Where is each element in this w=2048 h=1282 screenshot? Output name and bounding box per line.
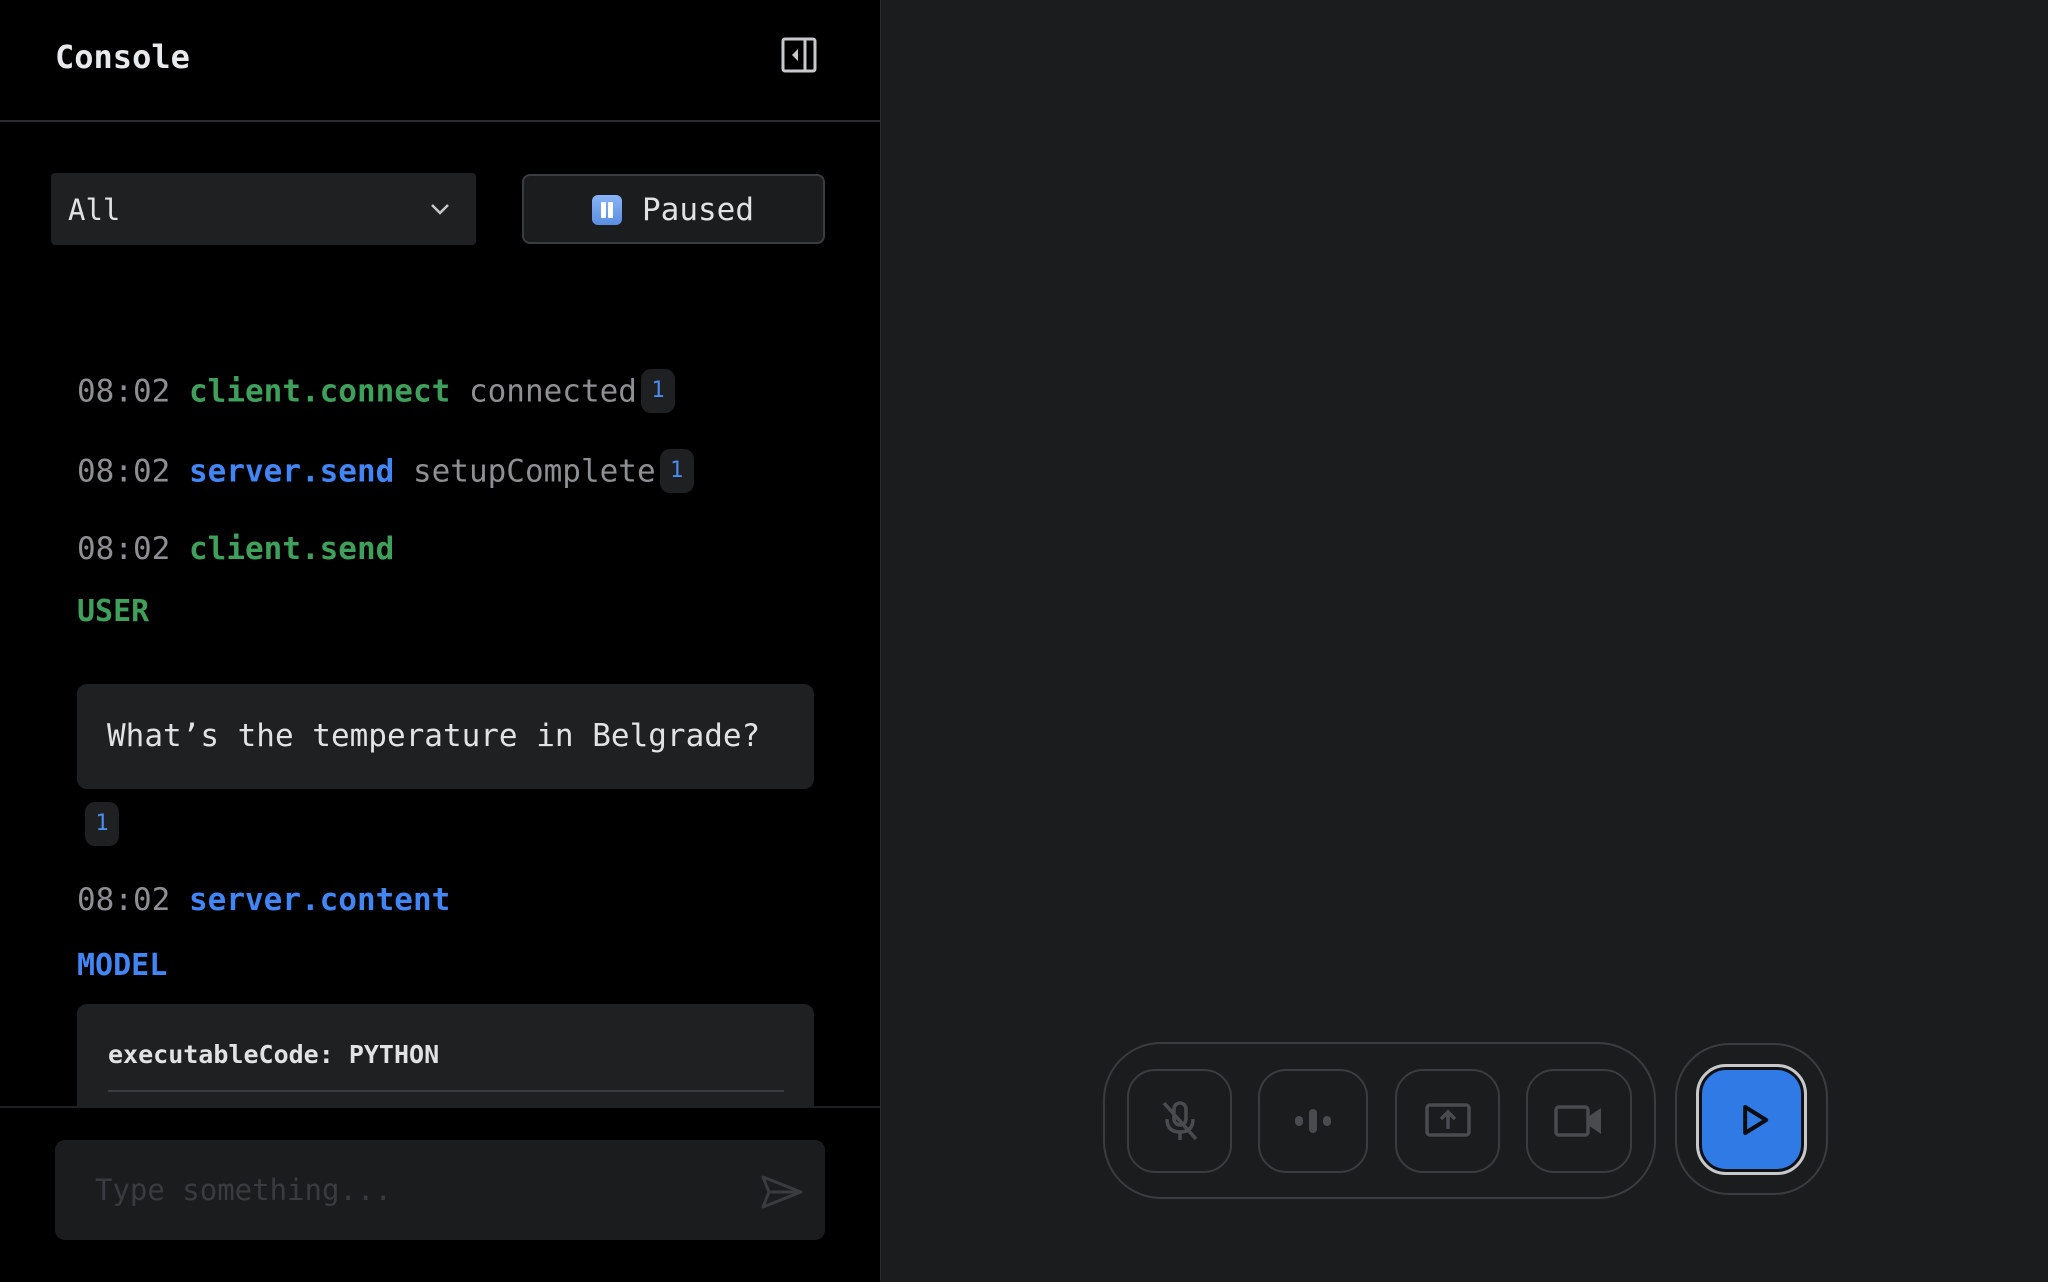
console-panel: Console All Paused 08:02 client.connect … [0,0,881,1282]
log-message: connected [468,373,637,410]
user-message-text: What’s the temperature in Belgrade? [77,684,814,789]
log-source: server.content [189,882,451,918]
log-source: client.connect [189,373,451,410]
send-icon [761,1175,803,1209]
chevron-down-icon [431,204,449,215]
pause-logging-button[interactable]: Paused [522,174,825,244]
console-title: Console [55,38,190,76]
log-timestamp: 08:02 [77,882,171,918]
webcam-toggle-button[interactable] [1526,1069,1632,1173]
code-card-divider [108,1090,784,1092]
microphone-toggle-button[interactable] [1127,1069,1232,1173]
log-entry: 08:02 client.connect connected 1 [77,369,675,415]
log-filter-value: All [68,193,121,227]
log-count-row: 1 [85,802,119,848]
screen-share-button[interactable] [1395,1069,1500,1173]
log-entry: 08:02 server.send setupComplete 1 [77,449,694,495]
log-count-badge: 1 [85,802,119,846]
collapse-panel-button[interactable] [780,36,818,74]
message-input[interactable] [55,1140,825,1240]
screen-share-icon [1424,1103,1471,1137]
audio-pulse-icon [1295,1109,1331,1133]
send-button[interactable] [760,1174,804,1210]
message-role-model: MODEL [77,948,168,983]
play-icon [1742,1104,1768,1135]
pause-button-label: Paused [642,192,754,228]
mic-off-icon [1162,1101,1197,1141]
log-source: server.send [189,453,395,490]
log-filter-select[interactable]: All [51,173,476,245]
log-count-badge: 1 [640,369,675,413]
console-header: Console [0,0,880,122]
message-role-user: USER [77,594,150,629]
log-timestamp: 08:02 [77,453,171,490]
log-entry: 08:02 server.content [77,882,450,918]
log-entry: 08:02 client.send [77,531,394,567]
message-input-area [0,1106,880,1282]
sidebar-collapse-icon [781,37,817,73]
connect-play-button[interactable] [1696,1064,1807,1175]
video-camera-icon [1554,1105,1601,1137]
log-timestamp: 08:02 [77,373,171,410]
audio-pulse-button[interactable] [1258,1069,1368,1173]
log-message: setupComplete [412,453,656,490]
code-card-header: executableCode: PYTHON [108,1040,440,1069]
log-timestamp: 08:02 [77,531,171,567]
log-count-badge: 1 [659,449,694,493]
executable-code-card: executableCode: PYTHON [77,1004,814,1106]
pause-icon [592,195,622,225]
log-source: client.send [189,531,395,567]
